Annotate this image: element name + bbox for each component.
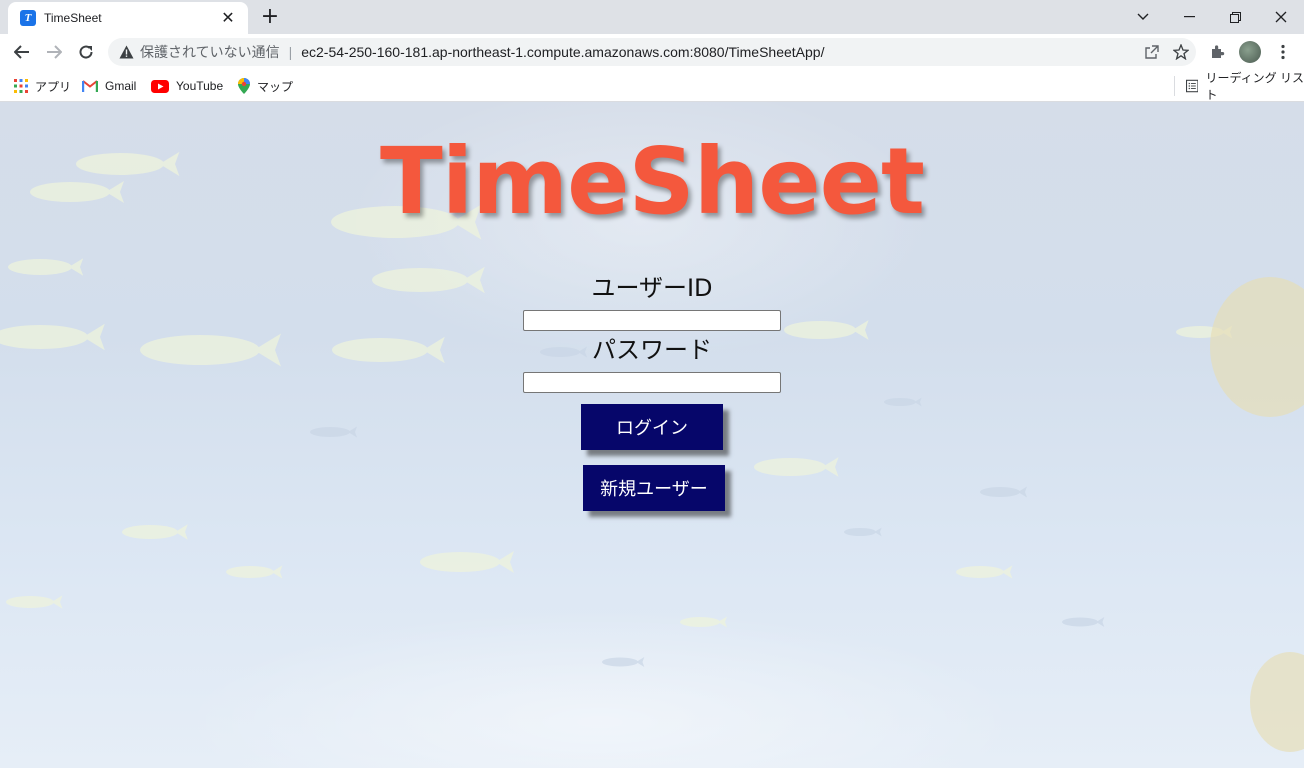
- close-tab-icon[interactable]: ✕: [218, 8, 238, 28]
- share-icon[interactable]: [1136, 38, 1166, 66]
- reading-list-button[interactable]: リーディング リスト: [1186, 71, 1304, 102]
- tab-strip: T TimeSheet ✕ +: [0, 0, 1304, 34]
- login-button[interactable]: ログイン: [581, 404, 723, 450]
- restore-window-button[interactable]: [1212, 0, 1258, 34]
- timesheet-favicon-icon: T: [20, 10, 36, 26]
- reading-list-label: リーディング リスト: [1205, 71, 1304, 102]
- warning-icon[interactable]: [118, 44, 134, 60]
- menu-kebab-icon[interactable]: [1268, 38, 1298, 66]
- youtube-icon: [151, 79, 169, 93]
- page-background: TimeSheet ユーザーID パスワード ログイン 新規ユーザー: [0, 102, 1304, 768]
- app-title: TimeSheet: [379, 128, 925, 235]
- extensions-puzzle-icon[interactable]: [1203, 38, 1233, 66]
- user-id-label: ユーザーID: [591, 274, 713, 302]
- bookmark-youtube[interactable]: YouTube: [151, 76, 223, 96]
- password-input[interactable]: [523, 372, 781, 393]
- bookmark-maps[interactable]: マップ: [238, 76, 293, 96]
- apps-grid-icon: [14, 79, 28, 93]
- password-label: パスワード: [592, 336, 712, 364]
- address-bar[interactable]: 保護されていない通信 | ec2-54-250-160-181.ap-north…: [108, 38, 1196, 66]
- profile-avatar[interactable]: [1235, 38, 1265, 66]
- bookmarks-bar: アプリ Gmail YouTube マップ リーディング リスト: [0, 70, 1304, 102]
- user-id-input[interactable]: [523, 310, 781, 331]
- security-status-label[interactable]: 保護されていない通信: [140, 42, 280, 62]
- back-button[interactable]: [8, 38, 36, 66]
- new-user-button[interactable]: 新規ユーザー: [583, 465, 725, 511]
- bookmark-label: アプリ: [35, 79, 72, 94]
- bookmark-star-icon[interactable]: [1166, 38, 1196, 66]
- browser-toolbar: 保護されていない通信 | ec2-54-250-160-181.ap-north…: [0, 34, 1304, 70]
- bookmark-divider: [1174, 76, 1175, 96]
- bookmark-label: Gmail: [105, 79, 137, 93]
- url-text[interactable]: ec2-54-250-160-181.ap-northeast-1.comput…: [301, 44, 824, 60]
- browser-tab[interactable]: T TimeSheet ✕: [8, 2, 248, 34]
- bookmark-apps[interactable]: アプリ: [14, 76, 71, 96]
- address-separator: |: [288, 44, 293, 60]
- gmail-icon: [82, 80, 98, 92]
- bookmark-label: マップ: [257, 79, 294, 94]
- bookmark-gmail[interactable]: Gmail: [82, 76, 136, 96]
- minimize-window-button[interactable]: [1166, 0, 1212, 34]
- forward-button[interactable]: [40, 38, 68, 66]
- new-tab-button[interactable]: +: [258, 6, 282, 30]
- maps-pin-icon: [238, 78, 250, 94]
- bookmark-label: YouTube: [176, 79, 224, 93]
- close-window-button[interactable]: [1258, 0, 1304, 34]
- reload-button[interactable]: [72, 38, 100, 66]
- tab-title: TimeSheet: [44, 11, 102, 25]
- reading-list-icon: [1186, 79, 1199, 93]
- tab-search-chevron-icon[interactable]: [1120, 0, 1166, 34]
